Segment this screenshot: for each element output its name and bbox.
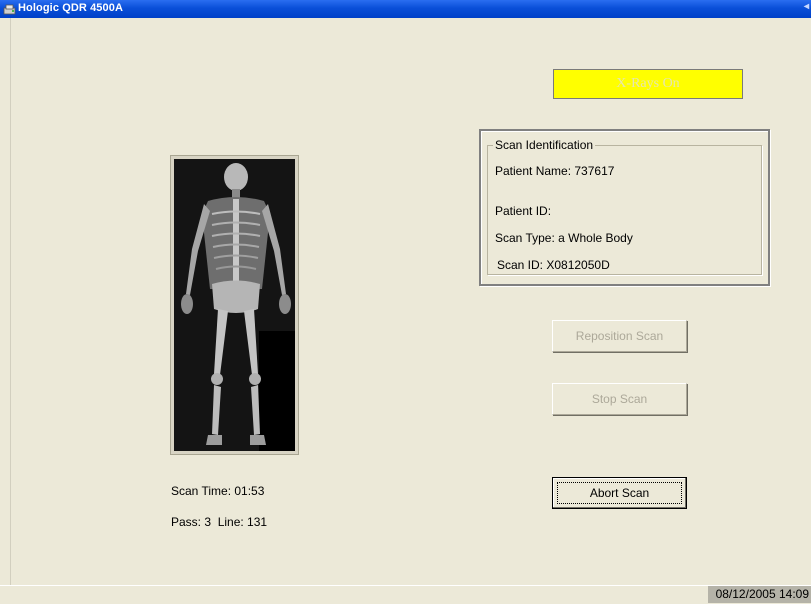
patient-id-label: Patient ID: <box>495 204 552 218</box>
patient-name-label: Patient Name: 737617 <box>495 164 615 178</box>
focus-rectangle <box>557 482 682 504</box>
title-bar[interactable]: Hologic QDR 4500A ◂ <box>0 0 811 18</box>
pass-line-label: Pass: 3 Line: 131 <box>171 515 268 529</box>
status-bar <box>0 585 811 604</box>
reposition-scan-button[interactable]: Reposition Scan <box>552 320 687 352</box>
scan-identification-legend: Scan Identification <box>493 138 596 152</box>
window-left-edge <box>10 18 11 585</box>
status-datetime: 08/12/2005 14:09 <box>707 586 811 603</box>
scan-time-label: Scan Time: 01:53 <box>171 484 265 498</box>
window-title: Hologic QDR 4500A <box>18 2 124 14</box>
xrays-on-indicator: X-Rays On <box>553 69 743 99</box>
scan-image-frame <box>170 155 299 455</box>
app-icon[interactable] <box>3 2 17 16</box>
title-bar-edge-mark: ◂ <box>803 1 809 12</box>
scan-id-label: Scan ID: X0812050D <box>497 258 610 272</box>
abort-scan-button[interactable]: Abort Scan <box>552 477 687 509</box>
stop-scan-button[interactable]: Stop Scan <box>552 383 687 415</box>
scan-type-label: Scan Type: a Whole Body <box>495 231 633 245</box>
whole-body-xray-image <box>174 159 295 451</box>
